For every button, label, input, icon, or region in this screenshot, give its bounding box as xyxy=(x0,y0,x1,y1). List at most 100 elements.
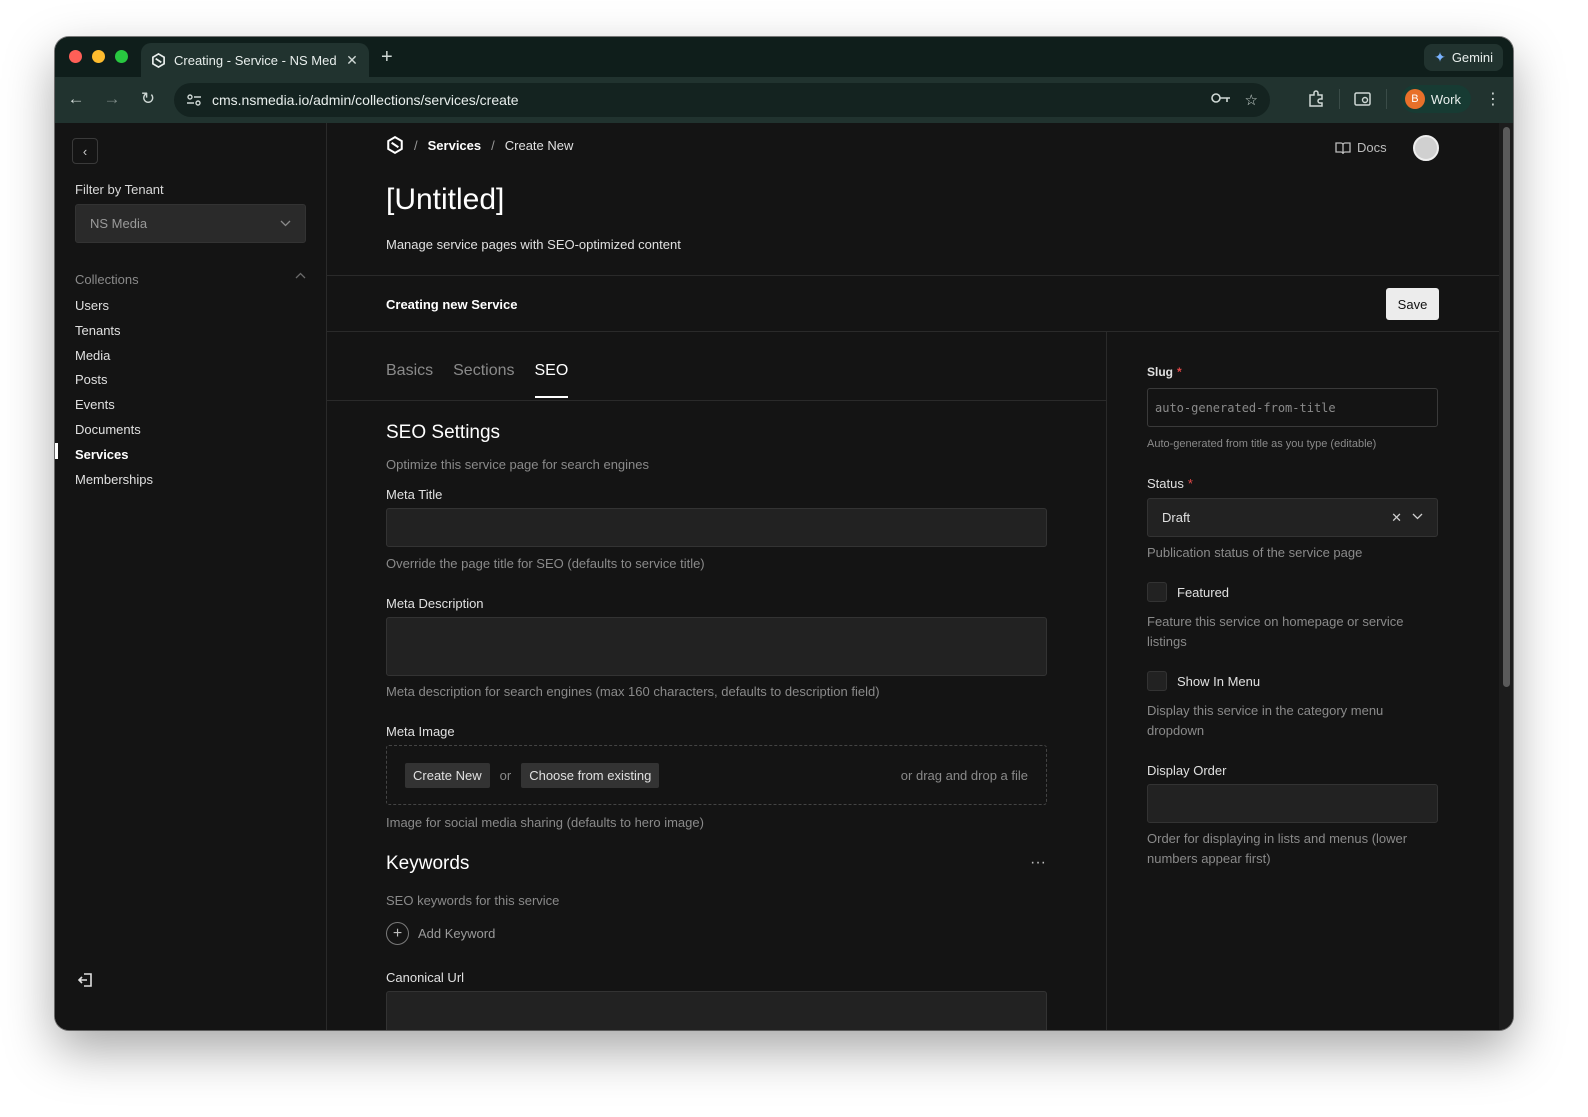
featured-checkbox[interactable] xyxy=(1147,582,1167,602)
plus-circle-icon: + xyxy=(386,922,409,945)
slug-help: Auto-generated from title as you type (e… xyxy=(1147,438,1377,450)
status-select-value: Draft xyxy=(1162,510,1191,525)
meta-title-input[interactable] xyxy=(386,508,1047,547)
display-order-input[interactable] xyxy=(1147,784,1438,823)
site-settings-icon[interactable] xyxy=(186,93,202,107)
breadcrumb: / Services / Create New xyxy=(386,136,573,154)
breadcrumb-services[interactable]: Services xyxy=(428,138,482,153)
featured-label: Featured xyxy=(1177,584,1230,600)
sidebar-item-services[interactable]: Services xyxy=(75,443,153,468)
meta-image-upload[interactable]: Create New or Choose from existing or dr… xyxy=(386,745,1047,805)
chevron-left-icon: ‹ xyxy=(82,143,88,159)
tenant-select[interactable]: NS Media xyxy=(75,204,306,243)
save-button[interactable]: Save xyxy=(1386,288,1439,320)
breadcrumb-separator: / xyxy=(491,137,495,153)
display-order-help: Order for displaying in lists and menus … xyxy=(1147,831,1408,866)
password-key-icon[interactable] xyxy=(1210,91,1231,109)
meta-description-textarea[interactable] xyxy=(386,617,1047,676)
logout-icon[interactable] xyxy=(77,971,95,989)
reload-icon[interactable]: ↻ xyxy=(137,89,159,109)
upload-or-text: or xyxy=(499,767,512,783)
add-keyword-label: Add Keyword xyxy=(418,926,496,941)
slug-input[interactable]: auto-generated-from-title xyxy=(1147,388,1438,427)
profile-avatar: B xyxy=(1404,89,1425,109)
sidebar-item-media[interactable]: Media xyxy=(75,344,153,369)
scrollbar-thumb[interactable] xyxy=(1503,127,1510,687)
form-sidebar-panel: Slug * auto-generated-from-title Auto-gen… xyxy=(1107,332,1499,1030)
create-new-button[interactable]: Create New xyxy=(405,762,490,788)
more-options-icon[interactable]: ··· xyxy=(1030,854,1046,872)
add-keyword-button[interactable]: + Add Keyword xyxy=(386,922,495,945)
canonical-url-input[interactable] xyxy=(386,991,1047,1030)
tab-close-icon[interactable]: ✕ xyxy=(345,52,359,69)
choose-existing-button[interactable]: Choose from existing xyxy=(521,762,660,788)
slug-placeholder: auto-generated-from-title xyxy=(1155,400,1336,415)
sidebar-item-users[interactable]: Users xyxy=(75,294,153,319)
show-in-menu-label: Show In Menu xyxy=(1177,673,1261,689)
collections-header[interactable]: Collections xyxy=(75,272,306,287)
toolbar-divider xyxy=(1385,89,1387,109)
address-bar[interactable]: cms.nsmedia.io/admin/collections/service… xyxy=(174,83,1270,117)
sidebar-item-events[interactable]: Events xyxy=(75,393,153,418)
forward-arrow-icon[interactable]: → xyxy=(101,89,123,109)
gemini-sparkle-icon: ✦ xyxy=(1434,49,1446,65)
sidebar-item-documents[interactable]: Documents xyxy=(75,418,153,443)
tab-seo[interactable]: SEO xyxy=(534,362,569,398)
browser-tab[interactable]: Creating - Service - NS Media ✕ xyxy=(141,43,369,77)
tab-sections[interactable]: Sections xyxy=(453,362,514,398)
user-avatar[interactable] xyxy=(1413,135,1439,161)
tab-basics[interactable]: Basics xyxy=(386,362,433,398)
meta-image-label: Meta Image xyxy=(386,724,455,739)
profile-label: Work xyxy=(1430,91,1461,107)
page-scrollbar[interactable] xyxy=(1499,123,1513,1030)
featured-field: Featured xyxy=(1147,582,1229,602)
sidebar-item-memberships[interactable]: Memberships xyxy=(75,468,153,493)
tenant-select-value: NS Media xyxy=(90,216,148,231)
slug-label-text: Slug xyxy=(1147,365,1173,379)
maximize-window-button[interactable] xyxy=(115,50,128,63)
status-label: Status * xyxy=(1147,476,1193,491)
status-help: Publication status of the service page xyxy=(1147,545,1363,560)
minimize-window-button[interactable] xyxy=(92,50,105,63)
close-window-button[interactable] xyxy=(69,50,82,63)
profile-button[interactable]: B Work xyxy=(1400,85,1471,113)
meta-image-help: Image for social media sharing (defaults… xyxy=(386,815,704,830)
gemini-button[interactable]: ✦ Gemini xyxy=(1424,44,1503,71)
main-content: / Services / Create New Docs [Untitled] … xyxy=(327,123,1499,1030)
tenant-filter-label: Filter by Tenant xyxy=(75,182,164,197)
form-tabs: Basics Sections SEO xyxy=(386,362,569,398)
seo-settings-description: Optimize this service page for search en… xyxy=(386,457,650,472)
sidebar-item-tenants[interactable]: Tenants xyxy=(75,319,153,344)
chevron-up-icon xyxy=(295,272,306,287)
cms-app: ‹ Filter by Tenant NS Media Collections … xyxy=(55,123,1513,1030)
new-tab-button[interactable]: + xyxy=(381,46,393,69)
back-arrow-icon[interactable]: ← xyxy=(65,89,87,109)
docs-link[interactable]: Docs xyxy=(1335,140,1387,155)
tab-search-icon[interactable] xyxy=(1354,91,1372,107)
browser-menu-icon[interactable]: ⋮ xyxy=(1485,89,1501,109)
required-mark: * xyxy=(1187,476,1193,491)
extensions-puzzle-icon[interactable] xyxy=(1307,90,1325,108)
sidebar: ‹ Filter by Tenant NS Media Collections … xyxy=(55,123,327,1030)
collapse-sidebar-button[interactable]: ‹ xyxy=(72,138,98,164)
clear-x-icon[interactable]: ✕ xyxy=(1391,510,1402,526)
show-in-menu-help: Display this service in the category men… xyxy=(1147,703,1384,738)
bookmark-star-icon[interactable]: ☆ xyxy=(1245,91,1258,109)
canonical-url-label: Canonical Url xyxy=(386,970,465,985)
show-in-menu-checkbox[interactable] xyxy=(1147,671,1167,691)
sidebar-item-posts[interactable]: Posts xyxy=(75,368,153,393)
required-mark: * xyxy=(1177,365,1182,379)
gemini-label: Gemini xyxy=(1451,50,1493,65)
keywords-heading: Keywords xyxy=(386,853,470,874)
site-favicon-icon xyxy=(151,52,166,68)
browser-window: Creating - Service - NS Media ✕ + ✦ Gemi… xyxy=(55,37,1513,1030)
meta-title-help: Override the page title for SEO (default… xyxy=(386,556,705,571)
chevron-down-icon[interactable] xyxy=(1412,510,1423,526)
meta-description-help: Meta description for search engines (max… xyxy=(386,684,880,699)
status-select[interactable]: Draft ✕ xyxy=(1147,498,1438,537)
home-logo-icon[interactable] xyxy=(386,136,404,154)
tab-strip: Creating - Service - NS Media ✕ + ✦ Gemi… xyxy=(55,37,1513,77)
omnibox-actions: ☆ xyxy=(1210,91,1258,109)
document-controls: Creating new Service Save xyxy=(327,275,1499,332)
show-in-menu-field: Show In Menu xyxy=(1147,671,1260,691)
